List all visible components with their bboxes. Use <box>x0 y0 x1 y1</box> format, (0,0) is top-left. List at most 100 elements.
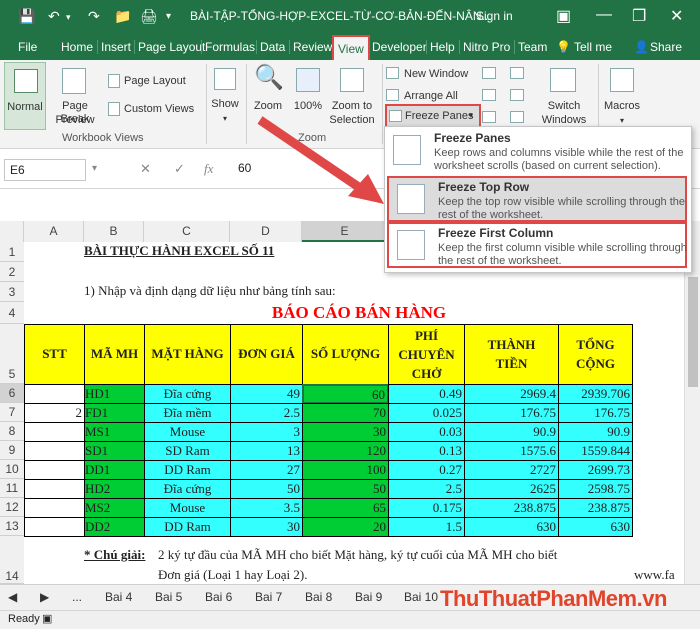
note-label-text[interactable]: * Chú giải: <box>84 547 145 562</box>
cell-phi-chuyen-cho[interactable]: 0.025 <box>388 403 465 423</box>
cell-so-luong[interactable]: 120 <box>302 441 389 461</box>
row-header-12[interactable]: 12 <box>0 498 24 517</box>
row-header-13[interactable]: 13 <box>0 517 24 536</box>
row-header-6[interactable]: 6 <box>0 384 24 403</box>
undo-dropdown-icon[interactable]: ▾ <box>66 12 71 23</box>
note-line-1[interactable]: 2 ký tự đầu của MÃ MH cho biết Mặt hàng,… <box>158 546 598 566</box>
cancel-icon[interactable]: ✕ <box>140 161 151 177</box>
sheet-tab[interactable]: Bai 6 <box>205 590 232 604</box>
arrange-all-button[interactable]: Arrange All <box>386 88 476 104</box>
normal-view-button[interactable]: Normal <box>4 62 46 130</box>
cell-ma-mh[interactable]: HD2 <box>84 479 145 499</box>
cell-mat-hang[interactable]: Đĩa cứng <box>144 384 231 404</box>
restore-icon[interactable]: ❐ <box>632 6 646 26</box>
cell-phi-chuyen-cho[interactable]: 0.175 <box>388 498 465 518</box>
cell-mat-hang[interactable]: Mouse <box>144 498 231 518</box>
cell-thanh-tien[interactable]: 176.75 <box>464 403 559 423</box>
sheet-tab[interactable]: Bai 10 <box>404 590 438 604</box>
tab-data[interactable]: Data <box>256 40 285 54</box>
cell-don-gia[interactable]: 3.5 <box>230 498 303 518</box>
sign-in-link[interactable]: Sign in <box>476 9 513 23</box>
menu-item-freeze-first-column[interactable]: Freeze First Column Keep the first colum… <box>387 222 687 268</box>
cell-tong-cong[interactable]: 2598.75 <box>558 479 633 499</box>
header-don-gia[interactable]: ĐƠN GIÁ <box>230 324 303 385</box>
row-header-8[interactable]: 8 <box>0 422 24 441</box>
name-box-dropdown-icon[interactable]: ▾ <box>92 163 97 174</box>
split-icon[interactable] <box>482 67 496 79</box>
cell-so-luong[interactable]: 65 <box>302 498 389 518</box>
cell-mat-hang[interactable]: SD Ram <box>144 441 231 461</box>
more-sheets-icon[interactable]: ... <box>72 590 82 604</box>
cell-so-luong[interactable]: 20 <box>302 517 389 537</box>
page-break-preview-button[interactable]: Page Break Preview <box>48 62 102 130</box>
tab-file[interactable]: File <box>18 40 37 54</box>
header-stt[interactable]: STT <box>24 324 85 385</box>
sheet-title[interactable]: BÀI THỰC HÀNH EXCEL SỐ 11 <box>84 242 324 262</box>
cell-stt[interactable] <box>24 517 85 537</box>
cell-tong-cong[interactable]: 2939.706 <box>558 384 633 404</box>
cell-thanh-tien[interactable]: 2625 <box>464 479 559 499</box>
cell-so-luong[interactable]: 50 <box>302 479 389 499</box>
scroll-left-icon[interactable]: ◀ <box>8 590 17 604</box>
ribbon-display-icon[interactable]: ▣ <box>556 6 571 26</box>
cell-ma-mh[interactable]: DD1 <box>84 460 145 480</box>
menu-item-freeze-panes[interactable]: Freeze Panes Keep rows and columns visib… <box>385 129 691 175</box>
row-header-7[interactable]: 7 <box>0 403 24 422</box>
cell-ma-mh[interactable]: HD1 <box>84 384 145 404</box>
synchronous-scrolling-icon[interactable] <box>510 89 524 101</box>
cell-thanh-tien[interactable]: 1575.6 <box>464 441 559 461</box>
save-icon[interactable]: 💾 <box>18 8 35 25</box>
cell-tong-cong[interactable]: 1559.844 <box>558 441 633 461</box>
cell-thanh-tien[interactable]: 238.875 <box>464 498 559 518</box>
sheet-tab[interactable]: Bai 9 <box>355 590 382 604</box>
cell-ma-mh[interactable]: MS2 <box>84 498 145 518</box>
cell-don-gia[interactable]: 27 <box>230 460 303 480</box>
macros-button[interactable]: Macros ▾ <box>602 62 642 130</box>
cell-phi-chuyen-cho[interactable]: 0.13 <box>388 441 465 461</box>
tab-insert[interactable]: Insert <box>97 40 131 54</box>
enter-icon[interactable]: ✓ <box>174 161 185 177</box>
page-layout-button[interactable]: Page Layout <box>108 72 198 90</box>
unhide-icon[interactable] <box>482 111 496 123</box>
row-header-2[interactable]: 2 <box>0 262 24 282</box>
cell-phi-chuyen-cho[interactable]: 0.49 <box>388 384 465 404</box>
cell-tong-cong[interactable]: 630 <box>558 517 633 537</box>
tell-me-search[interactable]: Tell me <box>574 40 612 54</box>
sheet-tab[interactable]: Bai 5 <box>155 590 182 604</box>
minimize-icon[interactable]: — <box>596 6 612 24</box>
show-button[interactable]: Show ▾ <box>208 62 242 130</box>
header-ma-mh[interactable]: MÃ MH <box>84 324 145 385</box>
macro-record-icon[interactable]: ▣ <box>42 612 52 625</box>
row-header-1[interactable]: 1 <box>0 242 24 262</box>
header-mat-hang[interactable]: MẶT HÀNG <box>144 324 231 385</box>
cell-mat-hang[interactable]: DD Ram <box>144 460 231 480</box>
sheet-tab[interactable]: Bai 8 <box>305 590 332 604</box>
cell-ma-mh[interactable]: SD1 <box>84 441 145 461</box>
switch-windows-button[interactable]: Switch Windows <box>534 62 594 130</box>
cell-thanh-tien[interactable]: 2969.4 <box>464 384 559 404</box>
share-icon[interactable]: 👤 <box>634 40 649 54</box>
row-header-14[interactable]: 14 <box>0 536 24 584</box>
website-text[interactable]: www.fa <box>634 566 684 584</box>
note-line-2[interactable]: Đơn giá (Loại 1 hay Loại 2). <box>158 566 458 584</box>
row-header-9[interactable]: 9 <box>0 441 24 460</box>
select-all-corner[interactable] <box>0 221 24 242</box>
cell-tong-cong[interactable]: 90.9 <box>558 422 633 442</box>
open-file-icon[interactable]: 📁 <box>114 8 131 25</box>
cell-don-gia[interactable]: 13 <box>230 441 303 461</box>
tab-review[interactable]: Review <box>289 40 332 54</box>
sheet-tab[interactable]: Bai 7 <box>255 590 282 604</box>
view-side-by-side-icon[interactable] <box>510 67 524 79</box>
cell-thanh-tien[interactable]: 90.9 <box>464 422 559 442</box>
cell-mat-hang[interactable]: DD Ram <box>144 517 231 537</box>
reset-window-position-icon[interactable] <box>510 111 524 123</box>
freeze-panes-button[interactable]: Freeze Panes ▾ <box>385 104 481 128</box>
redo-icon[interactable]: ↷ <box>88 8 100 25</box>
sheet-tab[interactable]: Bai 4 <box>105 590 132 604</box>
tab-developer[interactable]: Developer <box>372 40 427 54</box>
cell-don-gia[interactable]: 30 <box>230 517 303 537</box>
column-header-c[interactable]: C <box>144 221 230 242</box>
column-header-d[interactable]: D <box>230 221 302 242</box>
cell-stt[interactable] <box>24 384 85 404</box>
header-phi-chuyen-cho[interactable]: PHÍ CHUYÊN CHỞ <box>388 324 465 385</box>
